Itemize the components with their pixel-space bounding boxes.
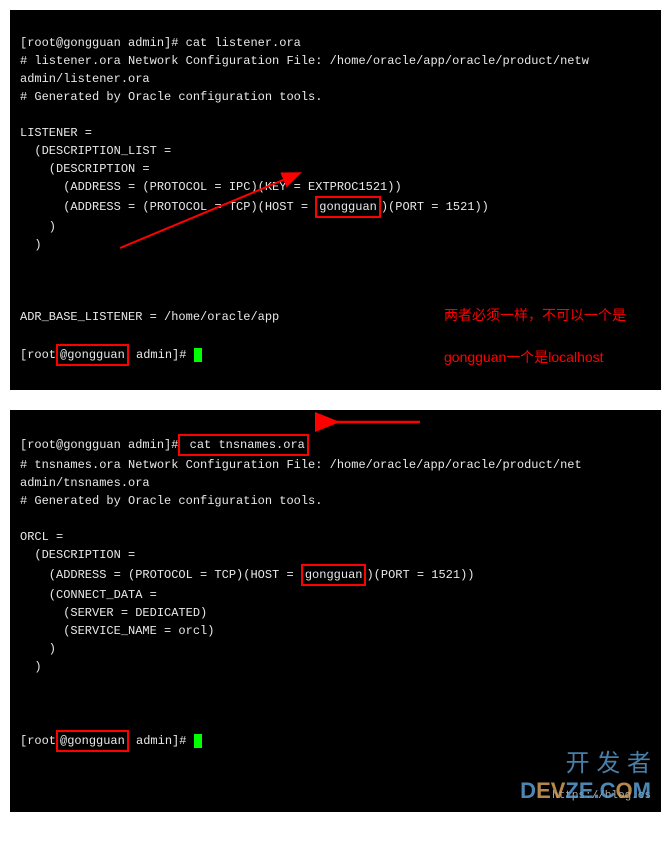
prompt-line: [root@gongguan admin]# cat listener.ora bbox=[20, 36, 301, 50]
prompt-user: [root bbox=[20, 348, 56, 362]
terminal-tnsnames-ora: [root@gongguan admin]# cat tnsnames.ora … bbox=[10, 410, 661, 812]
prompt-path: admin]# bbox=[121, 36, 179, 50]
output-line: # tnsnames.ora Network Configuration Fil… bbox=[20, 458, 582, 472]
output-line: ) bbox=[20, 238, 42, 252]
output-line: (CONNECT_DATA = bbox=[20, 588, 157, 602]
terminal-listener-ora: [root@gongguan admin]# cat listener.ora … bbox=[10, 10, 661, 390]
annotation-text: 两者必须一样，不可以一个是 gongguan一个是localhost bbox=[444, 284, 626, 368]
output-line: ) bbox=[20, 660, 42, 674]
output-line: (DESCRIPTION = bbox=[20, 548, 135, 562]
output-text: (ADDRESS = (PROTOCOL = TCP)(HOST = bbox=[20, 568, 301, 582]
output-line: ORCL = bbox=[20, 530, 63, 544]
prompt-host: @gongguan bbox=[56, 438, 121, 452]
highlighted-host: @gongguan bbox=[56, 344, 129, 366]
prompt-path: admin]# bbox=[129, 734, 187, 748]
devze-watermark: DEVZE.COM bbox=[520, 774, 651, 807]
output-line: (SERVER = DEDICATED) bbox=[20, 606, 207, 620]
output-line: (ADDRESS = (PROTOCOL = TCP)(HOST = gongg… bbox=[20, 568, 475, 582]
output-line: (SERVICE_NAME = orcl) bbox=[20, 624, 214, 638]
annotation-line: 两者必须一样，不可以一个是 bbox=[444, 307, 626, 323]
output-line: admin/listener.ora bbox=[20, 72, 150, 86]
output-line: ) bbox=[20, 220, 56, 234]
output-line: ) bbox=[20, 642, 56, 656]
highlighted-host: @gongguan bbox=[56, 730, 129, 752]
prompt-host: @gongguan bbox=[56, 36, 121, 50]
prompt-user: [root bbox=[20, 734, 56, 748]
output-line: # listener.ora Network Configuration Fil… bbox=[20, 54, 589, 68]
output-line: # Generated by Oracle configuration tool… bbox=[20, 90, 322, 104]
command-text: cat listener.ora bbox=[178, 36, 300, 50]
output-line: ADR_BASE_LISTENER = /home/oracle/app bbox=[20, 310, 279, 324]
cursor-icon bbox=[194, 348, 202, 362]
prompt-line: [root@gongguan admin]# bbox=[20, 734, 202, 748]
prompt-line: [root@gongguan admin]# bbox=[20, 348, 202, 362]
highlighted-command: cat tnsnames.ora bbox=[178, 434, 308, 456]
cursor-icon bbox=[194, 734, 202, 748]
prompt-user: [root bbox=[20, 36, 56, 50]
output-line: LISTENER = bbox=[20, 126, 92, 140]
annotation-line: gongguan一个是localhost bbox=[444, 349, 604, 365]
prompt-line: [root@gongguan admin]# cat tnsnames.ora bbox=[20, 438, 309, 452]
output-line: # Generated by Oracle configuration tool… bbox=[20, 494, 322, 508]
arrow-icon bbox=[330, 416, 430, 428]
highlighted-host: gongguan bbox=[315, 196, 381, 218]
prompt-path: admin]# bbox=[121, 438, 179, 452]
highlighted-host: gongguan bbox=[301, 564, 367, 586]
arrow-icon bbox=[120, 168, 310, 248]
output-text: )(PORT = 1521)) bbox=[381, 200, 489, 214]
output-line: (DESCRIPTION_LIST = bbox=[20, 144, 171, 158]
output-line: admin/tnsnames.ora bbox=[20, 476, 150, 490]
prompt-user: [root bbox=[20, 438, 56, 452]
prompt-path: admin]# bbox=[129, 348, 187, 362]
output-text: )(PORT = 1521)) bbox=[366, 568, 474, 582]
